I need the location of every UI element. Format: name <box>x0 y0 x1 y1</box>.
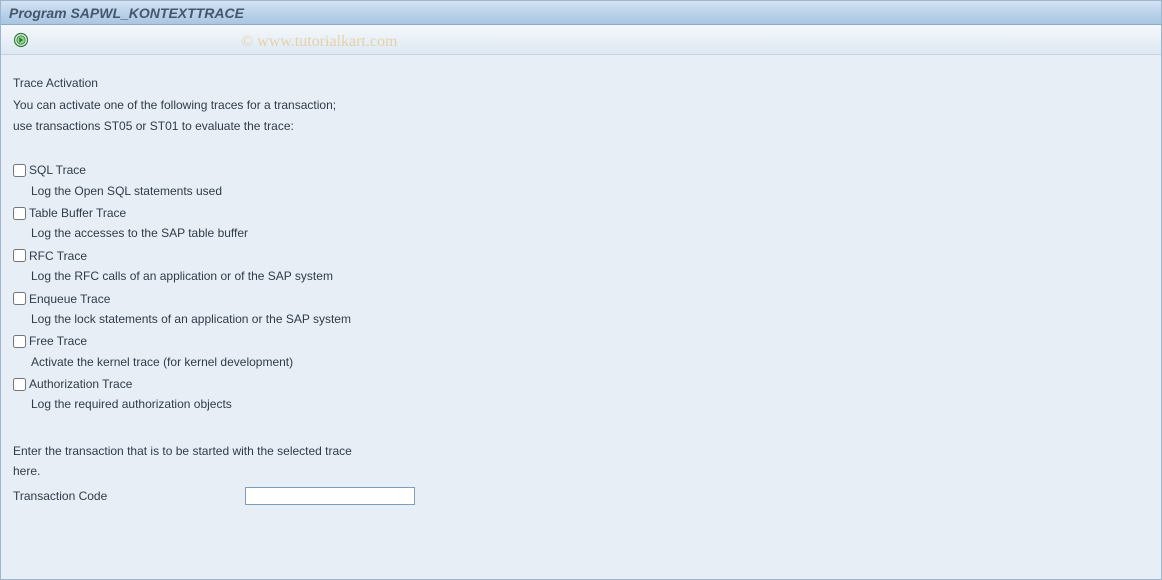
watermark-text: © www.tutorialkart.com <box>241 33 397 51</box>
enqueue-trace-checkbox[interactable] <box>13 292 26 305</box>
footer-line-1: Enter the transaction that is to be star… <box>13 441 1149 461</box>
footer-line-2: here. <box>13 461 1149 481</box>
content-area: Trace Activation You can activate one of… <box>1 55 1161 518</box>
table-buffer-trace-checkbox[interactable] <box>13 207 26 220</box>
table-buffer-trace-label: Table Buffer Trace <box>29 203 126 223</box>
transaction-code-row: Transaction Code <box>13 486 1149 506</box>
sql-trace-label: SQL Trace <box>29 160 86 180</box>
trace-option-tbuf: Table Buffer Trace Log the accesses to t… <box>13 203 1149 244</box>
footer-group: Enter the transaction that is to be star… <box>13 441 1149 506</box>
section-heading: Trace Activation <box>13 73 1149 93</box>
trace-option-rfc: RFC Trace Log the RFC calls of an applic… <box>13 246 1149 287</box>
transaction-code-label: Transaction Code <box>13 486 245 506</box>
execute-icon <box>13 32 29 48</box>
rfc-trace-checkbox[interactable] <box>13 249 26 262</box>
window-title: Program SAPWL_KONTEXTTRACE <box>9 5 244 21</box>
free-trace-checkbox[interactable] <box>13 335 26 348</box>
table-buffer-trace-desc: Log the accesses to the SAP table buffer <box>31 223 1149 243</box>
rfc-trace-desc: Log the RFC calls of an application or o… <box>31 266 1149 286</box>
title-bar: Program SAPWL_KONTEXTTRACE <box>1 1 1161 25</box>
enqueue-trace-label: Enqueue Trace <box>29 289 110 309</box>
trace-options-group: SQL Trace Log the Open SQL statements us… <box>13 160 1149 415</box>
intro-line-1: You can activate one of the following tr… <box>13 95 1149 115</box>
trace-option-enq: Enqueue Trace Log the lock statements of… <box>13 289 1149 330</box>
free-trace-desc: Activate the kernel trace (for kernel de… <box>31 352 1149 372</box>
rfc-trace-label: RFC Trace <box>29 246 87 266</box>
trace-option-sql: SQL Trace Log the Open SQL statements us… <box>13 160 1149 201</box>
free-trace-label: Free Trace <box>29 331 87 351</box>
sql-trace-checkbox[interactable] <box>13 164 26 177</box>
intro-line-2: use transactions ST05 or ST01 to evaluat… <box>13 116 1149 136</box>
enqueue-trace-desc: Log the lock statements of an applicatio… <box>31 309 1149 329</box>
toolbar: © www.tutorialkart.com <box>1 25 1161 55</box>
sql-trace-desc: Log the Open SQL statements used <box>31 181 1149 201</box>
authorization-trace-label: Authorization Trace <box>29 374 132 394</box>
authorization-trace-desc: Log the required authorization objects <box>31 394 1149 414</box>
trace-option-auth: Authorization Trace Log the required aut… <box>13 374 1149 415</box>
transaction-code-input[interactable] <box>245 487 415 505</box>
trace-option-free: Free Trace Activate the kernel trace (fo… <box>13 331 1149 372</box>
execute-button[interactable] <box>9 29 33 51</box>
authorization-trace-checkbox[interactable] <box>13 378 26 391</box>
